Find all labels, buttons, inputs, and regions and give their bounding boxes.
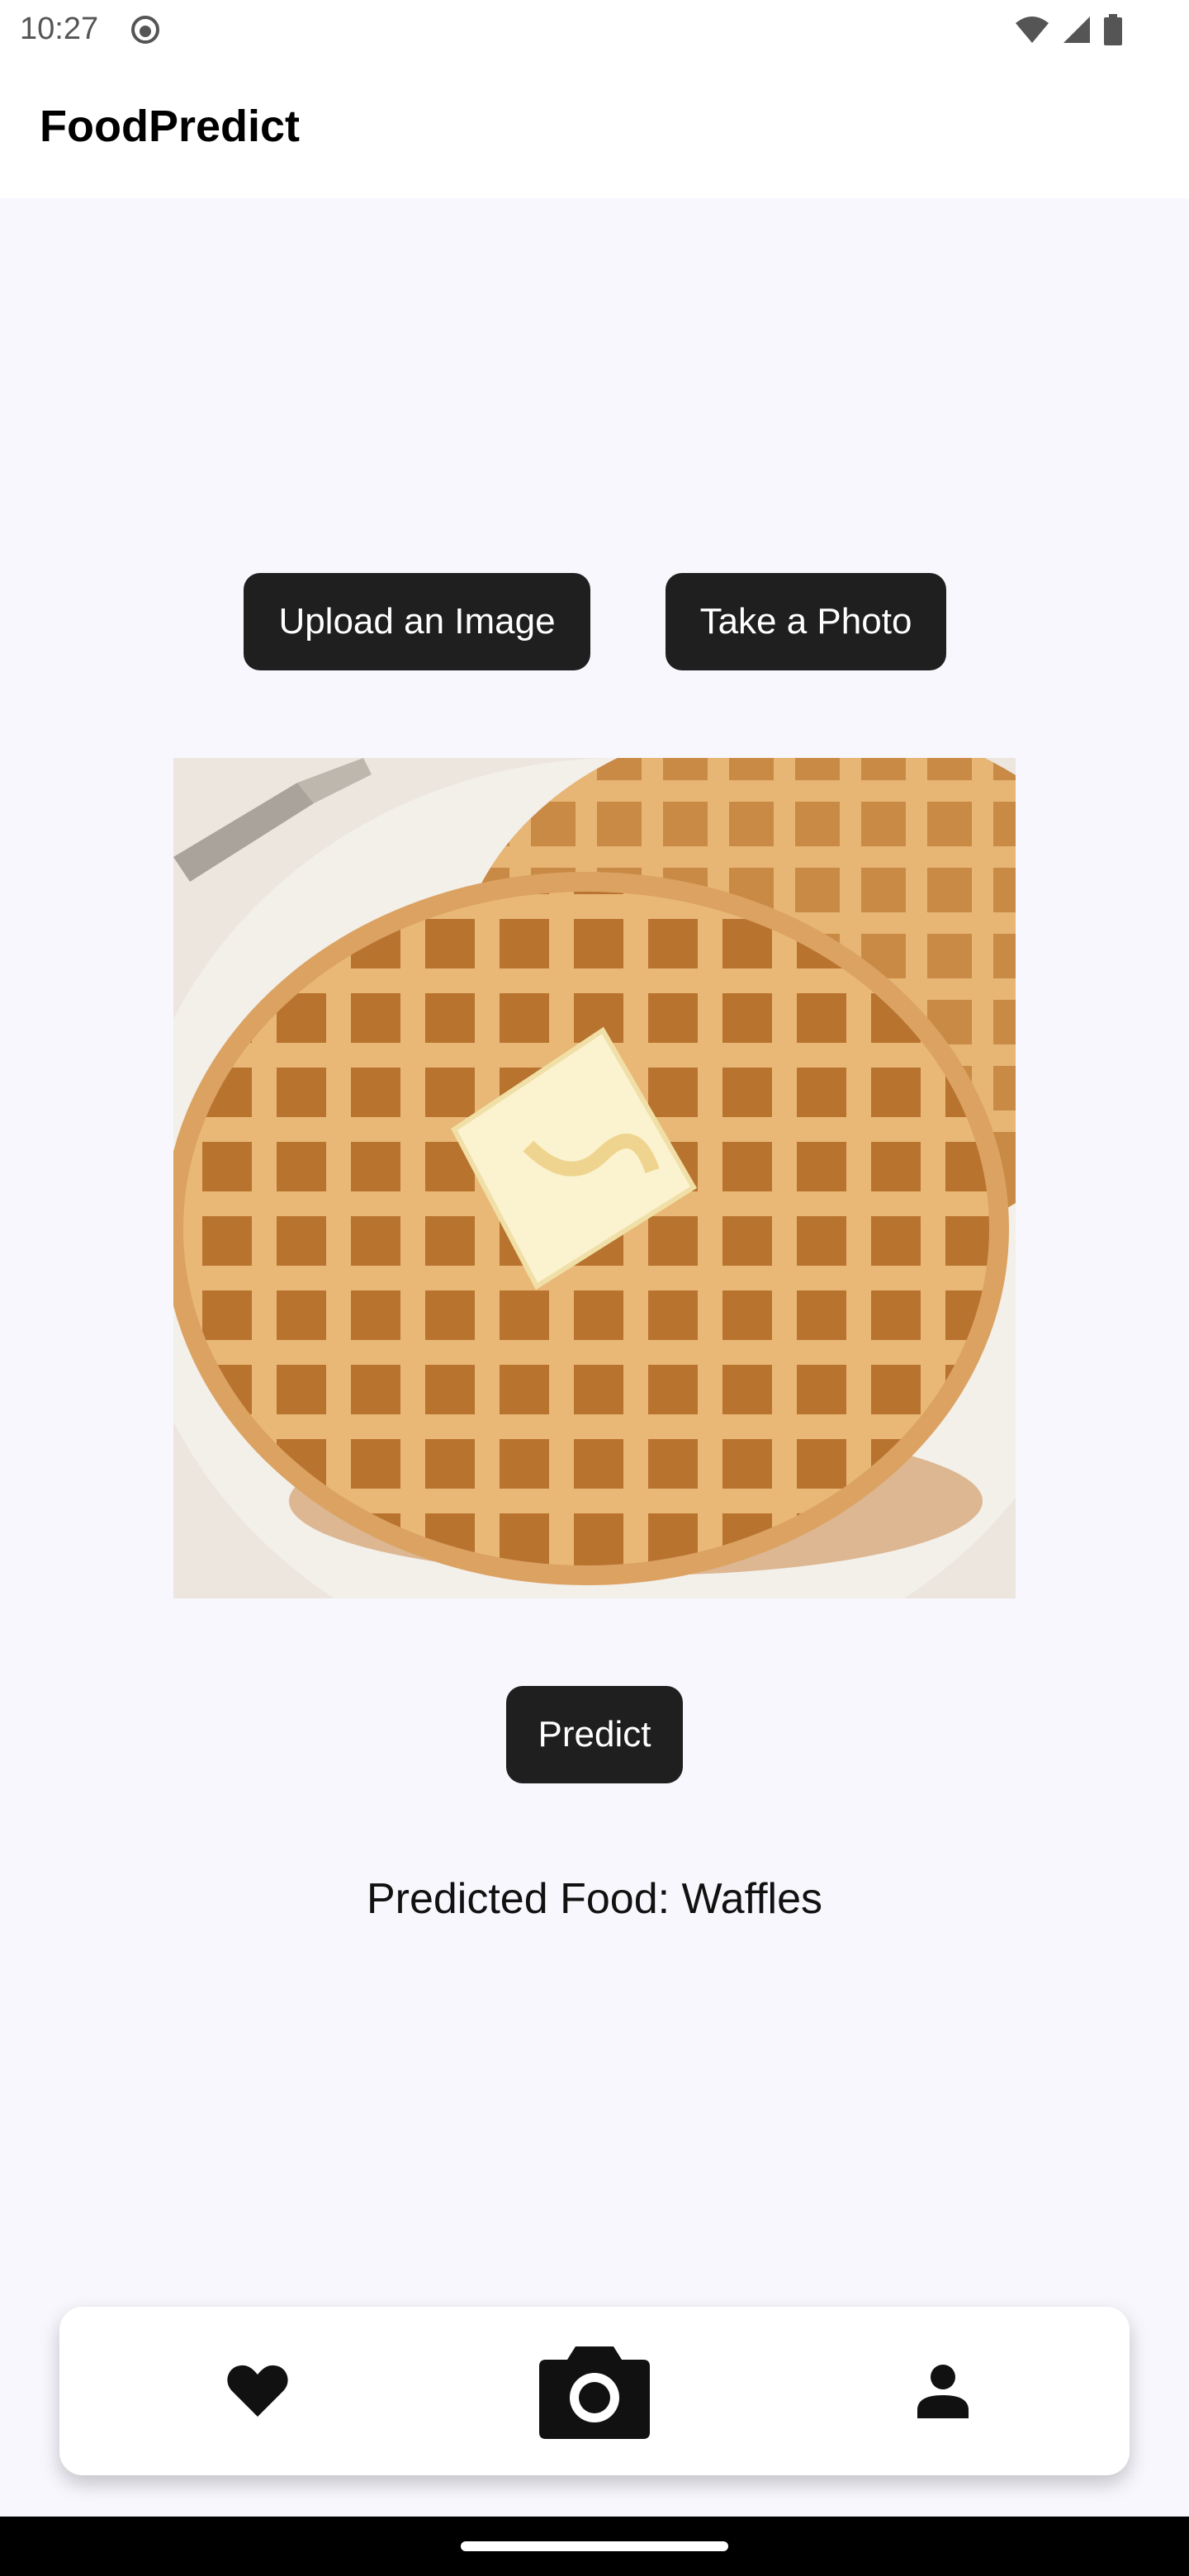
wifi-icon (1016, 17, 1049, 43)
nav-profile[interactable] (885, 2307, 1001, 2475)
heart-icon (227, 2365, 288, 2417)
status-icons (1014, 13, 1123, 46)
nav-favorites[interactable] (200, 2307, 315, 2475)
take-photo-button[interactable]: Take a Photo (666, 573, 946, 670)
bottom-nav (59, 2307, 1130, 2475)
prediction-result: Predicted Food: Waffles (366, 1875, 823, 1923)
status-bar: 10:27 (0, 0, 1189, 59)
upload-image-button[interactable]: Upload an Image (244, 573, 590, 670)
status-time: 10:27 (20, 12, 99, 46)
signal-icon (1063, 17, 1090, 43)
system-nav-bar (0, 2517, 1189, 2576)
app-notification-icon (131, 16, 159, 44)
predict-button[interactable]: Predict (506, 1686, 683, 1783)
person-icon (917, 2365, 969, 2418)
app-bar: FoodPredict (0, 59, 1189, 198)
camera-icon (539, 2346, 650, 2439)
home-indicator[interactable] (461, 2541, 728, 2551)
app-title: FoodPredict (40, 102, 301, 151)
battery-icon (1104, 14, 1122, 45)
food-image (173, 758, 1016, 1598)
nav-camera[interactable] (528, 2307, 661, 2475)
waffle-illustration (173, 758, 1016, 1598)
